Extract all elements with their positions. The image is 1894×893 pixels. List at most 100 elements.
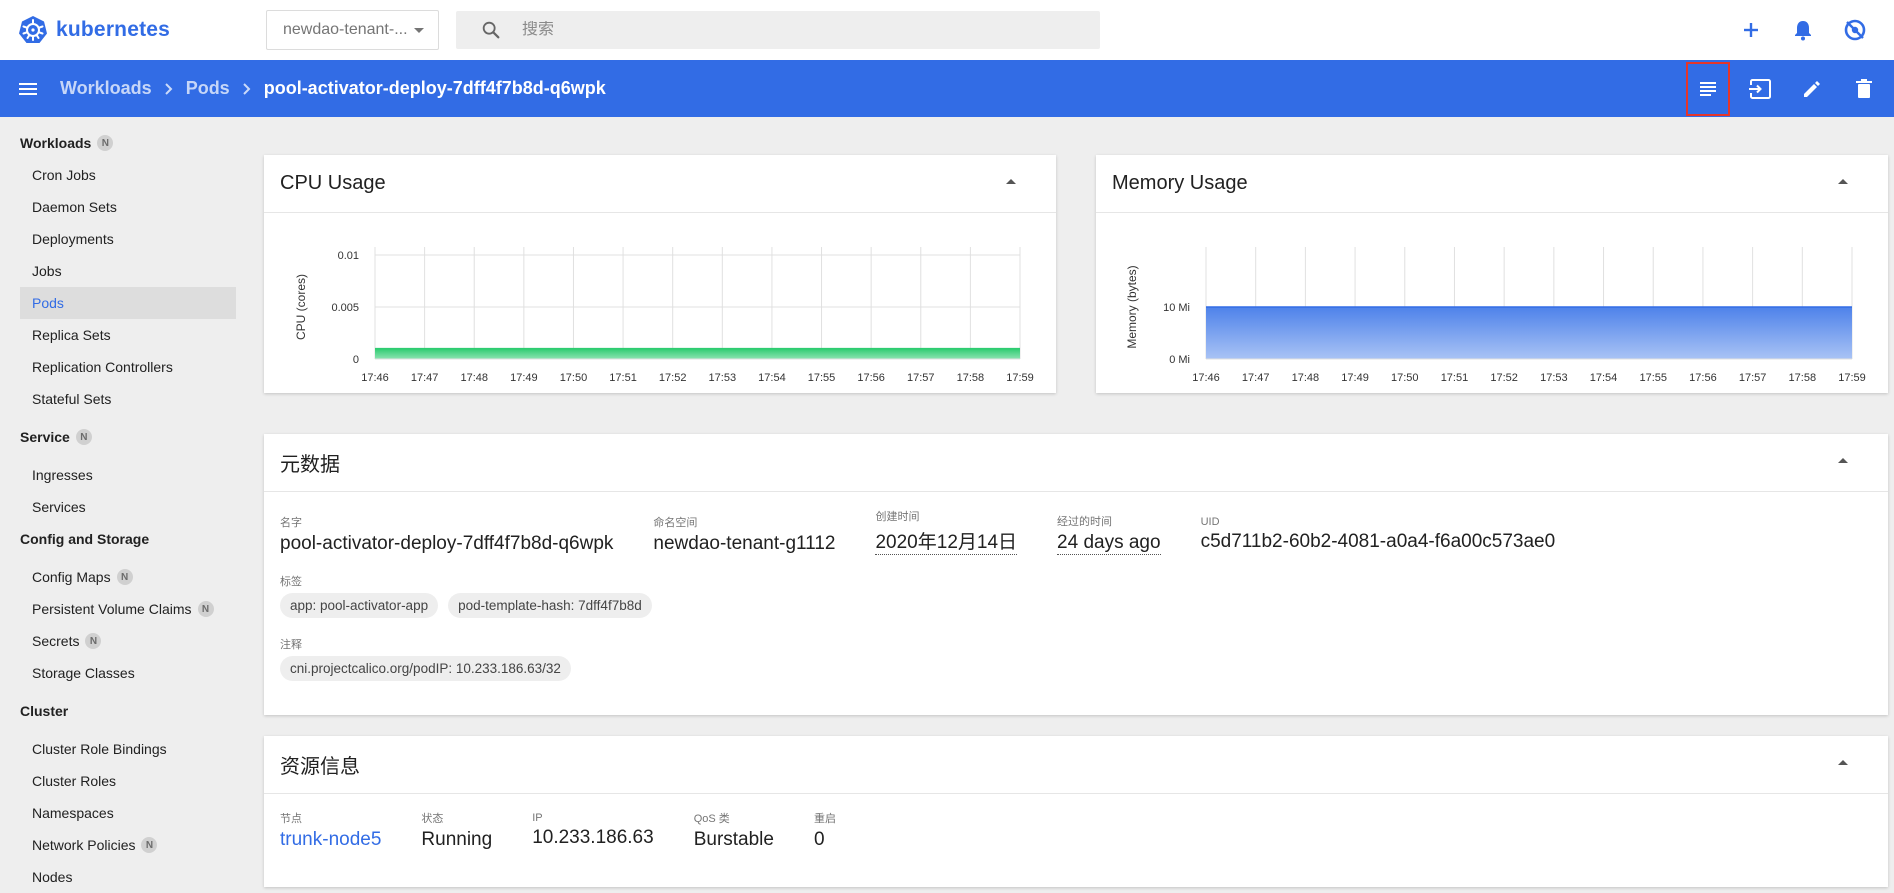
node-link[interactable]: trunk-node5 (280, 829, 381, 851)
field-label: 创建时间 (875, 511, 920, 523)
sidebar-item-deployments[interactable]: Deployments (20, 223, 236, 255)
sidebar-item-storage-classes[interactable]: Storage Classes (20, 657, 236, 689)
sidebar-item-cluster-role-bindings[interactable]: Cluster Role Bindings (20, 733, 236, 765)
x-tick-label: 17:46 (361, 372, 389, 384)
sidebar-item-jobs[interactable]: Jobs (20, 255, 236, 287)
sidebar-item-services[interactable]: Services (20, 491, 236, 523)
x-tick-label: 17:56 (1689, 372, 1717, 384)
page-title: pool-activator-deploy-7dff4f7b8d-q6wpk (263, 78, 606, 98)
chevron-up-icon[interactable] (1838, 179, 1848, 184)
delete-button[interactable] (1842, 62, 1886, 116)
x-tick-label: 17:53 (709, 372, 737, 384)
y-tick-label: 0.01 (338, 250, 359, 262)
sidebar-item-replication-controllers[interactable]: Replication Controllers (20, 351, 236, 383)
y-tick-label: 10 Mi (1163, 302, 1190, 314)
top-bar: kubernetes newdao-tenant-... (0, 0, 1894, 60)
sidebar-item-label: Persistent Volume Claims (32, 601, 192, 617)
sidebar-item-nodes[interactable]: Nodes (20, 861, 236, 893)
bell-icon (1795, 21, 1811, 41)
eye-off-icon (1844, 19, 1866, 41)
chevron-up-icon[interactable] (1838, 458, 1848, 463)
x-tick-label: 17:51 (609, 372, 637, 384)
search-input[interactable] (522, 21, 1062, 39)
breadcrumb-workloads[interactable]: Workloads (60, 78, 152, 99)
resource-status: 状态 Running (421, 810, 492, 851)
app-name: kubernetes (56, 18, 171, 41)
nav-group-service[interactable]: Service N (0, 421, 246, 453)
sidebar-item-network-policies[interactable]: Network Policies N (20, 829, 236, 861)
metadata-annotations: 注释 cni.projectcalico.org/podIP: 10.233.1… (280, 636, 1872, 681)
x-tick-label: 17:53 (1540, 372, 1568, 384)
x-tick-label: 17:51 (1441, 372, 1469, 384)
card-header: CPU Usage (264, 155, 1056, 213)
annotation-chips: cni.projectcalico.org/podIP: 10.233.186.… (280, 656, 1872, 681)
logs-button[interactable] (1686, 61, 1730, 116)
field-label: UID (1200, 516, 1220, 528)
nav-group-label: Workloads (20, 135, 92, 151)
x-tick-label: 17:50 (1391, 372, 1419, 384)
account-button[interactable] (1842, 17, 1868, 43)
field-value[interactable]: 24 days ago (1057, 532, 1161, 555)
card-title: Memory Usage (1112, 172, 1248, 194)
chevron-right-icon (164, 82, 173, 95)
sidebar-item-label: Config Maps (32, 569, 111, 585)
chevron-down-icon (414, 28, 424, 33)
sidebar-item-namespaces[interactable]: Namespaces (20, 797, 236, 829)
sidebar-item-ingresses[interactable]: Ingresses (20, 459, 236, 491)
sidebar-item-cluster-roles[interactable]: Cluster Roles (20, 765, 236, 797)
chevron-up-icon[interactable] (1006, 179, 1016, 184)
nav-group-workloads[interactable]: Workloads N (0, 127, 246, 159)
field-label: 命名空间 (653, 517, 698, 529)
sidebar-item-daemon-sets[interactable]: Daemon Sets (20, 191, 236, 223)
memory-usage-card: Memory Usage 17:46 17:47 17:48 17:49 17:50 17… (1096, 155, 1888, 393)
sidebar-item-persistent-volume-claims[interactable]: Persistent Volume Claims N (20, 593, 236, 625)
namespaced-badge: N (75, 429, 92, 445)
field-label: 标签 (280, 576, 302, 588)
label-chips: app: pool-activator-app pod-template-has… (280, 593, 1872, 618)
x-tick-label: 17:50 (560, 372, 588, 384)
menu-icon[interactable] (16, 77, 40, 101)
sidebar-item-pods[interactable]: Pods (20, 287, 236, 319)
x-tick-label: 17:55 (808, 372, 836, 384)
field-label: 经过的时间 (1057, 516, 1113, 528)
kubernetes-logo-icon (19, 16, 47, 43)
trash-icon (1856, 78, 1872, 98)
y-axis-label: CPU (cores) (294, 274, 308, 340)
y-tick-label: 0.005 (331, 302, 359, 314)
sidebar-item-config-maps[interactable]: Config Maps N (20, 561, 236, 593)
chevron-up-icon[interactable] (1838, 760, 1848, 765)
sidebar-item-replica-sets[interactable]: Replica Sets (20, 319, 236, 351)
x-tick-label: 17:48 (1292, 372, 1320, 384)
exec-button[interactable] (1738, 62, 1782, 116)
metadata-row: 名字 pool-activator-deploy-7dff4f7b8d-q6wp… (280, 508, 1872, 555)
sidebar-item-label: Secrets (32, 633, 80, 649)
notifications-button[interactable] (1790, 17, 1816, 43)
logo[interactable]: kubernetes (18, 15, 170, 45)
y-tick-label: 0 (353, 354, 359, 366)
resource-node: 节点 trunk-node5 (280, 810, 381, 851)
nav-group-cluster[interactable]: Cluster (0, 695, 246, 727)
card-title: 资源信息 (280, 756, 360, 778)
field-label: 名字 (280, 517, 302, 529)
create-button[interactable] (1738, 17, 1764, 43)
namespace-select[interactable]: newdao-tenant-... (266, 10, 439, 50)
pencil-icon (1804, 80, 1820, 97)
page-toolbar: Workloads Pods pool-activator-deploy-7df… (0, 60, 1894, 117)
edit-button[interactable] (1790, 62, 1834, 116)
x-tick-label: 17:46 (1192, 372, 1220, 384)
sidebar-item-stateful-sets[interactable]: Stateful Sets (20, 383, 236, 415)
field-value[interactable]: 2020年12月14日 (875, 527, 1018, 555)
namespaced-badge: N (85, 633, 102, 649)
sidebar-item-cron-jobs[interactable]: Cron Jobs (20, 159, 236, 191)
metadata-age: 经过的时间 24 days ago (1057, 513, 1161, 555)
cpu-usage-chart: 17:46 17:47 17:48 17:49 17:50 17:51 17:52 17:53… (294, 247, 1034, 384)
breadcrumb: Workloads Pods pool-activator-deploy-7df… (60, 78, 606, 99)
x-tick-label: 17:49 (510, 372, 538, 384)
card-header: 资源信息 (264, 736, 1888, 794)
metadata-body: 名字 pool-activator-deploy-7dff4f7b8d-q6wp… (264, 492, 1888, 681)
sidebar-item-secrets[interactable]: Secrets N (20, 625, 236, 657)
breadcrumb-pods[interactable]: Pods (186, 78, 230, 99)
annotation-chip: cni.projectcalico.org/podIP: 10.233.186.… (280, 656, 571, 681)
nav-group-config-and-storage[interactable]: Config and Storage (0, 523, 246, 555)
resource-row: 节点 trunk-node5 状态 Running IP 10.233.186.… (280, 810, 1872, 851)
